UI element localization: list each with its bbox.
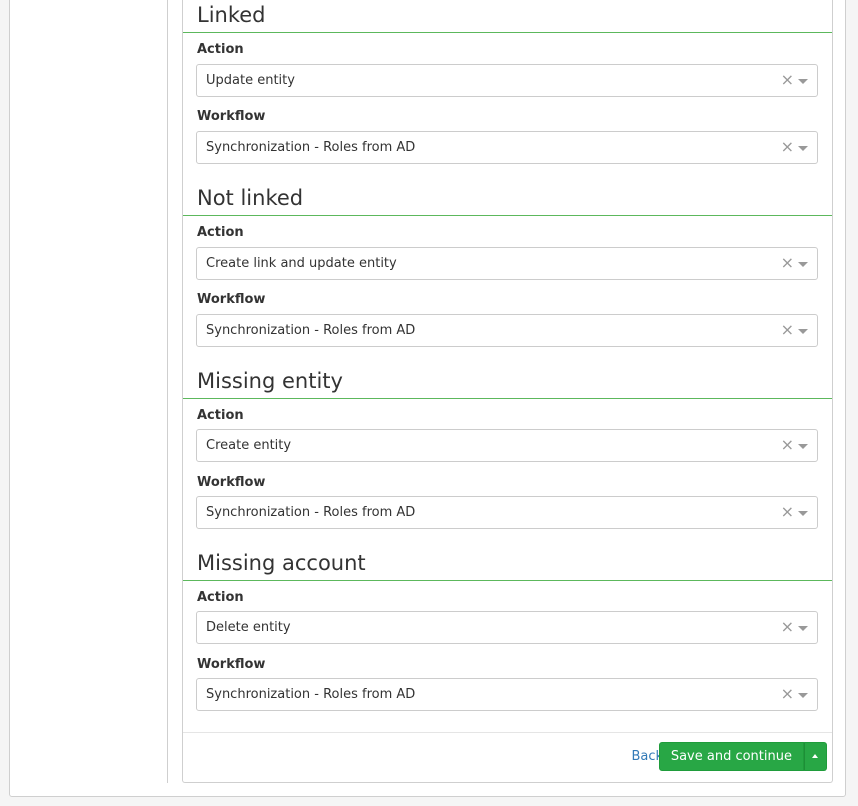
save-and-continue-button[interactable]: Save and continue xyxy=(658,742,804,771)
section-header: Not linked xyxy=(183,182,832,216)
clear-icon[interactable]: × xyxy=(781,685,794,703)
chevron-down-icon[interactable] xyxy=(798,262,808,267)
action-select[interactable]: Delete entity × xyxy=(196,611,818,644)
workflow-select[interactable]: Synchronization - Roles from AD × xyxy=(196,678,818,711)
chevron-down-icon[interactable] xyxy=(798,693,808,698)
sync-situations-panel: Linked Action Update entity × Workflow S… xyxy=(182,0,833,783)
workflow-select[interactable]: Synchronization - Roles from AD × xyxy=(196,131,818,164)
section-linked: Linked Action Update entity × Workflow S… xyxy=(183,0,832,182)
workflow-select-value: Synchronization - Roles from AD xyxy=(206,505,416,520)
action-select[interactable]: Create link and update entity × xyxy=(196,247,818,280)
action-select-value: Delete entity xyxy=(206,620,291,635)
section-title: Linked xyxy=(197,3,266,27)
chevron-down-icon[interactable] xyxy=(798,511,808,516)
clear-icon[interactable]: × xyxy=(781,436,794,454)
action-label: Action xyxy=(197,590,244,605)
main-container: Linked Action Update entity × Workflow S… xyxy=(9,0,846,797)
workflow-label: Workflow xyxy=(197,475,266,490)
action-label: Action xyxy=(197,408,244,423)
action-select-value: Update entity xyxy=(206,73,295,88)
clear-icon[interactable]: × xyxy=(781,71,794,89)
clear-icon[interactable]: × xyxy=(781,321,794,339)
clear-icon[interactable]: × xyxy=(781,254,794,272)
workflow-select-value: Synchronization - Roles from AD xyxy=(206,140,416,155)
section-missing-entity: Missing entity Action Create entity × Wo… xyxy=(183,365,832,548)
action-select[interactable]: Create entity × xyxy=(196,429,818,462)
panel-footer: Back Save and continue xyxy=(183,732,832,783)
workflow-label: Workflow xyxy=(197,109,266,124)
action-label: Action xyxy=(197,225,244,240)
action-select-value: Create entity xyxy=(206,438,292,453)
section-header: Missing entity xyxy=(183,365,832,399)
chevron-down-icon[interactable] xyxy=(798,444,808,449)
action-label: Action xyxy=(197,42,244,57)
section-title: Missing account xyxy=(197,551,366,575)
save-options-dropdown-button[interactable] xyxy=(804,742,827,771)
section-title: Not linked xyxy=(197,186,304,210)
section-header: Missing account xyxy=(183,547,832,581)
action-select-value: Create link and update entity xyxy=(206,256,397,271)
workflow-select[interactable]: Synchronization - Roles from AD × xyxy=(196,496,818,529)
clear-icon[interactable]: × xyxy=(781,138,794,156)
workflow-label: Workflow xyxy=(197,292,266,307)
clear-icon[interactable]: × xyxy=(781,503,794,521)
workflow-select-value: Synchronization - Roles from AD xyxy=(206,687,416,702)
chevron-down-icon[interactable] xyxy=(798,626,808,631)
section-missing-account: Missing account Action Delete entity × W… xyxy=(183,547,832,732)
caret-up-icon xyxy=(812,754,818,758)
clear-icon[interactable]: × xyxy=(781,618,794,636)
chevron-down-icon[interactable] xyxy=(798,329,808,334)
section-not-linked: Not linked Action Create link and update… xyxy=(183,182,832,365)
action-select[interactable]: Update entity × xyxy=(196,64,818,97)
sidebar-divider xyxy=(167,0,168,783)
chevron-down-icon[interactable] xyxy=(798,79,808,84)
save-button-group: Save and continue xyxy=(658,742,827,771)
workflow-label: Workflow xyxy=(197,657,266,672)
section-title: Missing entity xyxy=(197,369,343,393)
section-header: Linked xyxy=(183,0,832,33)
workflow-select-value: Synchronization - Roles from AD xyxy=(206,323,416,338)
chevron-down-icon[interactable] xyxy=(798,146,808,151)
workflow-select[interactable]: Synchronization - Roles from AD × xyxy=(196,314,818,347)
